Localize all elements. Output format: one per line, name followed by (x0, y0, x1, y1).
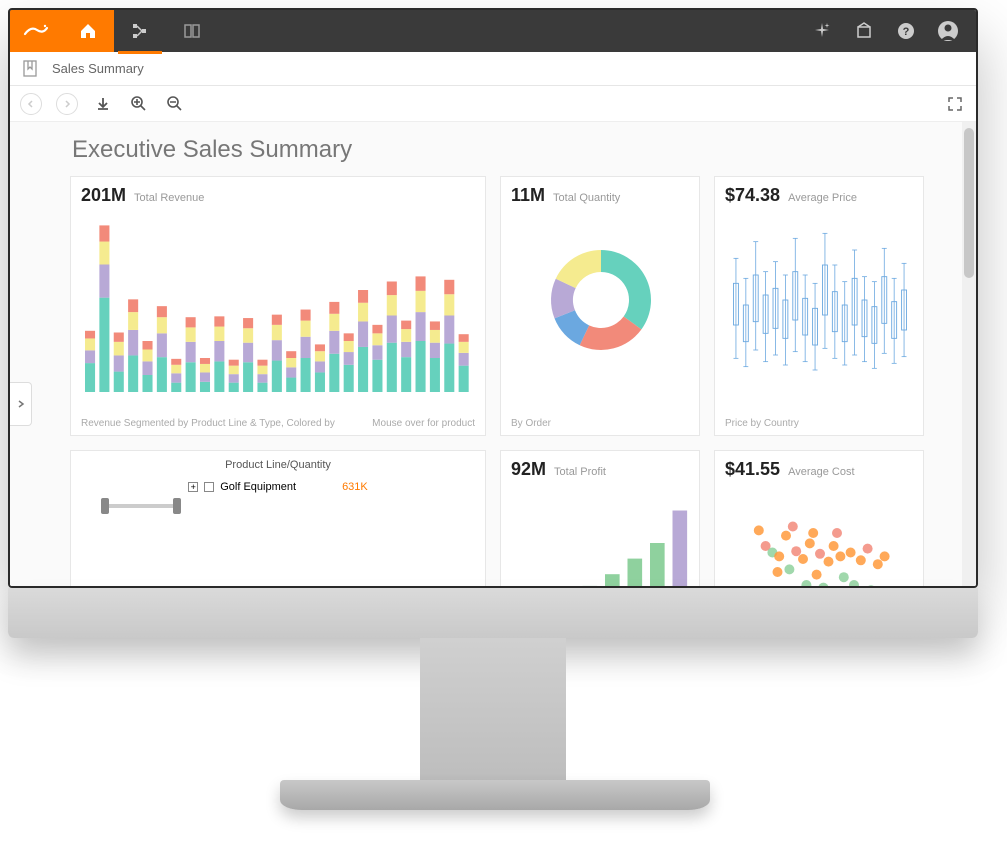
avgcost-card: $41.55 Average Cost (714, 450, 924, 586)
book-nav-button[interactable] (166, 10, 218, 52)
user-avatar-icon[interactable] (928, 20, 968, 42)
brand-logo-icon[interactable] (10, 10, 62, 52)
breadcrumb: Sales Summary (10, 52, 976, 86)
fullscreen-button[interactable] (944, 93, 966, 115)
zoom-out-button[interactable] (164, 93, 186, 115)
avgcost-value: $41.55 (725, 459, 780, 480)
quantity-footer: By Order (511, 418, 551, 429)
revenue-label: Total Revenue (134, 192, 204, 204)
sparkle-icon[interactable] (802, 21, 842, 41)
profit-value: 92M (511, 459, 546, 480)
revenue-footer-right: Mouse over for product (372, 418, 475, 429)
price-boxplot-chart[interactable] (725, 210, 915, 390)
product-line-tree-card: Product Line/Quantity + Golf Equipment 6… (70, 450, 486, 586)
nav-forward-button[interactable] (56, 93, 78, 115)
home-nav-button[interactable] (62, 10, 114, 52)
top-nav: ? (10, 10, 976, 52)
profit-card: 92M Total Profit (500, 450, 700, 586)
box-icon[interactable] (844, 21, 884, 41)
expand-sidebar-button[interactable] (10, 382, 32, 426)
revenue-value: 201M (81, 185, 126, 206)
report-toolbar (10, 86, 976, 122)
checkbox-icon[interactable] (204, 482, 214, 492)
avgprice-label: Average Price (788, 192, 857, 204)
avgcost-label: Average Cost (788, 466, 854, 478)
avgprice-card: $74.38 Average Price Price by Country (714, 176, 924, 436)
quantity-label: Total Quantity (553, 192, 620, 204)
revenue-footer-left: Revenue Segmented by Product Line & Type… (81, 418, 335, 429)
profit-label: Total Profit (554, 466, 606, 478)
download-button[interactable] (92, 93, 114, 115)
nav-back-button[interactable] (20, 93, 42, 115)
help-icon[interactable]: ? (886, 21, 926, 41)
breadcrumb-title: Sales Summary (52, 61, 144, 76)
avgprice-value: $74.38 (725, 185, 780, 206)
revenue-chart[interactable] (81, 210, 477, 410)
tree-nav-button[interactable] (114, 10, 166, 52)
tree-item-value: 631K (342, 481, 368, 493)
bookmark-icon[interactable] (22, 60, 38, 78)
tree-title: Product Line/Quantity (81, 459, 475, 471)
page-title: Executive Sales Summary (70, 130, 940, 176)
avgprice-footer: Price by Country (725, 418, 799, 429)
range-slider[interactable] (101, 496, 181, 516)
avgcost-scatter-chart[interactable] (725, 484, 915, 586)
tree-row[interactable]: + Golf Equipment 631K (81, 481, 475, 493)
vertical-scrollbar[interactable] (962, 122, 976, 586)
quantity-donut-chart[interactable] (511, 210, 691, 380)
quantity-value: 11M (511, 185, 545, 206)
svg-text:?: ? (903, 26, 910, 38)
profit-bar-chart[interactable] (511, 484, 691, 586)
revenue-card: 201M Total Revenue Revenue Segmented by … (70, 176, 486, 436)
tree-item-label: Golf Equipment (220, 481, 296, 493)
scrollbar-thumb[interactable] (964, 128, 974, 278)
content-area: Executive Sales Summary 201M Total Reven… (10, 122, 976, 586)
quantity-card: 11M Total Quantity By Order (500, 176, 700, 436)
zoom-in-button[interactable] (128, 93, 150, 115)
expand-icon[interactable]: + (188, 482, 198, 492)
